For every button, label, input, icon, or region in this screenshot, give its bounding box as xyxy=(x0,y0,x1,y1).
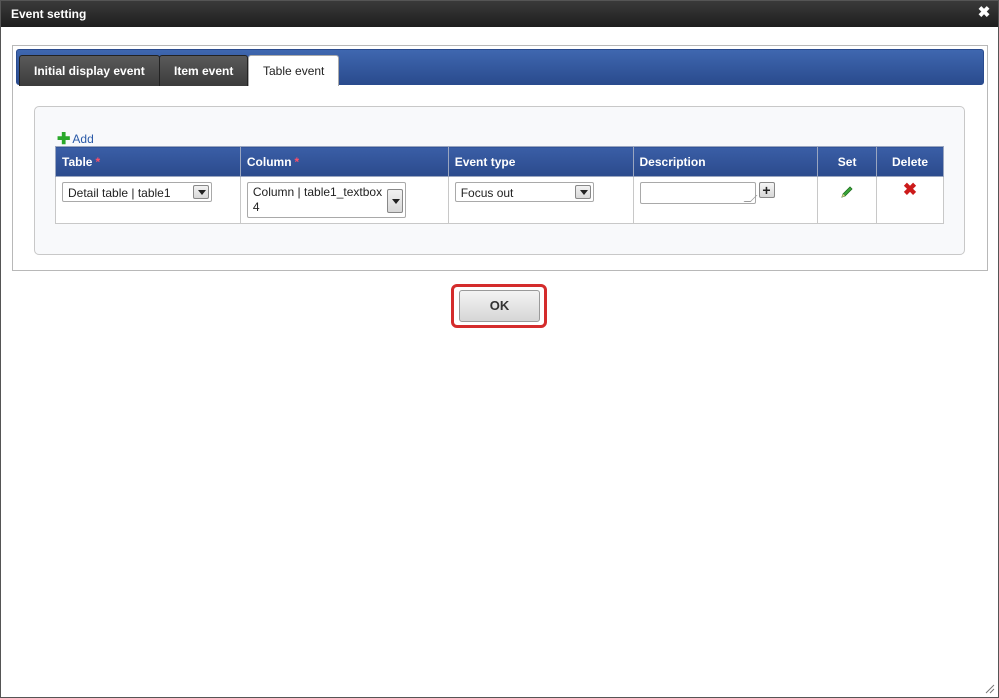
event-type-select-value: Focus out xyxy=(460,186,514,200)
tab-initial-display-event[interactable]: Initial display event xyxy=(19,55,160,86)
dialog-title-bar[interactable]: Event setting ✖ xyxy=(1,1,998,27)
table-header-row: Table * Column * Event type Description Se… xyxy=(55,146,944,177)
description-plus-icon[interactable]: + xyxy=(758,182,775,198)
table-row: Detail table | table1 Column | table1_te… xyxy=(55,176,944,224)
table-select[interactable]: Detail table | table1 xyxy=(62,182,212,202)
required-mark: * xyxy=(95,154,101,169)
header-column: Column * xyxy=(239,146,449,177)
chevron-down-icon[interactable] xyxy=(193,185,209,199)
delete-icon[interactable]: ✖ xyxy=(903,181,917,198)
column-select-value-line2: 4 xyxy=(252,200,260,214)
cell-set xyxy=(817,176,878,224)
table-event-panel: ✚ Add Table * Column * Event type Descri… xyxy=(34,106,965,255)
add-link-label: Add xyxy=(72,132,94,146)
tab-panel: Initial display event Item event Table e… xyxy=(12,45,988,271)
event-type-select[interactable]: Focus out xyxy=(454,182,594,202)
chevron-down-icon[interactable] xyxy=(574,185,591,199)
header-set: Set xyxy=(817,146,878,177)
tab-table-event[interactable]: Table event xyxy=(248,55,340,86)
cell-delete: ✖ xyxy=(876,176,944,224)
cell-table: Detail table | table1 xyxy=(55,176,241,224)
event-setting-dialog: Event setting ✖ Initial display event It… xyxy=(0,0,999,698)
tab-item-event[interactable]: Item event xyxy=(159,55,249,86)
dialog-title: Event setting xyxy=(11,7,87,21)
chevron-down-icon[interactable] xyxy=(386,189,403,213)
header-event-type: Event type xyxy=(447,146,634,177)
header-delete: Delete xyxy=(876,146,944,177)
table-select-value: Detail table | table1 xyxy=(68,186,171,200)
header-description: Description xyxy=(632,146,819,177)
required-mark: * xyxy=(294,154,300,169)
event-table: Table * Column * Event type Description Se… xyxy=(55,146,944,224)
column-select[interactable]: Column | table1_textbox 4 xyxy=(246,182,406,218)
close-icon[interactable]: ✖ xyxy=(976,5,992,21)
description-field[interactable] xyxy=(639,182,756,204)
cell-column: Column | table1_textbox 4 xyxy=(239,176,449,224)
cell-event-type: Focus out xyxy=(447,176,634,224)
resize-grip-icon[interactable] xyxy=(983,682,995,694)
column-select-value-line1: Column | table1_textbox xyxy=(252,185,383,199)
pencil-icon[interactable] xyxy=(839,184,855,200)
cell-description: + xyxy=(632,176,819,224)
tab-bar: Initial display event Item event Table e… xyxy=(16,49,984,86)
header-table: Table * xyxy=(55,146,241,177)
ok-button[interactable]: OK xyxy=(459,290,540,322)
